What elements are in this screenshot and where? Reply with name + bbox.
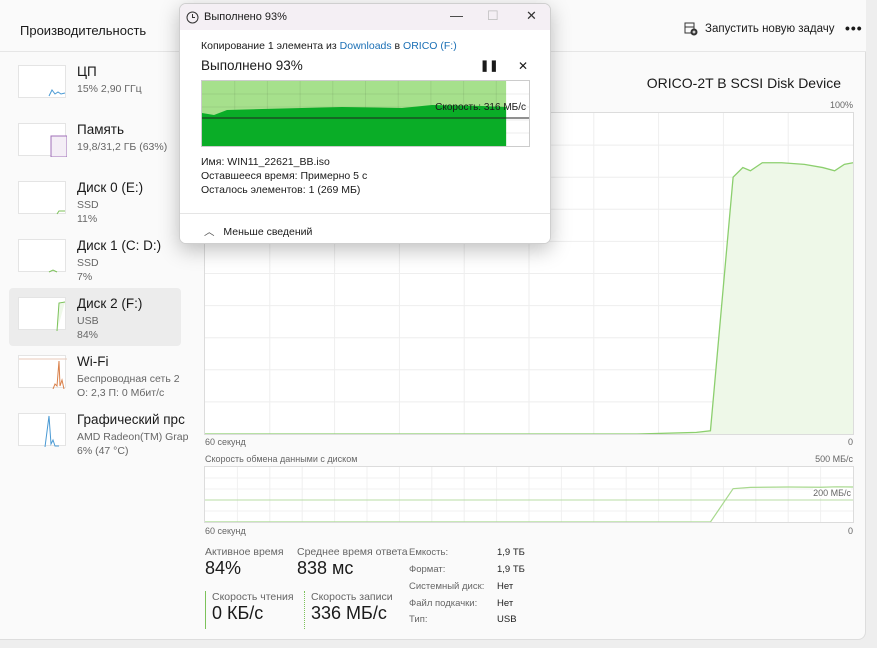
speed-label: Скорость: 316 МБ/с (435, 102, 526, 113)
item-name: Графический прс (77, 412, 185, 427)
sidebar-item-gpu[interactable]: Графический прс AMD Radeon(TM) Graphics … (9, 404, 189, 462)
file-name: Имя: WIN11_22621_BB.iso (201, 156, 330, 168)
cpu-thumbnail (18, 65, 66, 98)
items-left: Осталось элементов: 1 (269 МБ) (201, 184, 361, 196)
item-sub: О: 2,3 П: 0 Мбит/с (77, 387, 165, 399)
transfer-max-label: 500 МБ/с (815, 454, 853, 464)
maximize-button[interactable]: ☐ (487, 8, 499, 24)
item-name: Диск 0 (E:) (77, 180, 144, 195)
sidebar-item-wifi[interactable]: Wi-Fi Беспроводная сеть 2 О: 2,3 П: 0 Мб… (9, 346, 181, 404)
active-max-label: 100% (829, 100, 853, 110)
dialog-title: Выполнено 93% (204, 11, 287, 23)
read-speed-stat: Скорость чтения 0 КБ/с (205, 591, 294, 629)
disk1-thumbnail (18, 239, 66, 273)
item-sub: 84% (77, 329, 99, 341)
memory-thumbnail (18, 123, 67, 157)
transfer-min-label: 0 (847, 526, 853, 536)
sidebar-item-memory[interactable]: Память 19,8/31,2 ГБ (63%) (9, 114, 181, 172)
prop-value: 1,9 ТБ (497, 564, 525, 575)
cancel-copy-button[interactable]: ✕ (518, 59, 528, 73)
less-details-label: Меньше сведений (223, 226, 313, 238)
dialog-titlebar: Выполнено 93% — ☐ ✕ (180, 4, 550, 30)
stat-label: Активное время (205, 546, 284, 558)
transfer-ref-label: 200 МБ/с (813, 488, 851, 498)
prop-label: Тип: (409, 614, 428, 625)
item-name: Диск 2 (F:) (77, 296, 143, 311)
new-task-label: Запустить новую задачу (705, 23, 835, 35)
progress-heading: Выполнено 93% (201, 58, 303, 73)
destination-link[interactable]: ORICO (F:) (403, 40, 457, 52)
item-sub: AMD Radeon(TM) Graphics (77, 431, 189, 443)
prop-value: Нет (497, 598, 514, 609)
item-sub: Беспроводная сеть 2 (77, 373, 180, 385)
sidebar-item-cpu[interactable]: ЦП 15% 2,90 ГГц (9, 56, 181, 114)
prop-label: Системный диск: (409, 581, 485, 592)
chevron-up-icon: ︿ (204, 226, 215, 238)
active-min-label: 0 (847, 437, 853, 447)
stat-value: 838 мс (297, 558, 354, 578)
item-name: Wi-Fi (77, 354, 109, 369)
page-title: Производительность (20, 23, 147, 38)
disk0-thumbnail (18, 181, 66, 215)
source-link[interactable]: Downloads (340, 40, 392, 52)
copy-progress-dialog: Выполнено 93% — ☐ ✕ Копирование 1 элемен… (179, 3, 551, 244)
transfer-graph: 200 МБ/с (204, 466, 854, 523)
device-name: ORICO-2T B SCSI Disk Device (646, 75, 841, 91)
item-sub: 15% 2,90 ГГц (77, 83, 142, 95)
stat-label: Скорость записи (311, 591, 393, 603)
sidebar-item-disk1[interactable]: Диск 1 (C: D:) SSD 7% (9, 230, 181, 288)
pause-button[interactable]: ❚❚ (480, 59, 498, 72)
active-time-label: 60 секунд (205, 437, 246, 447)
disk2-thumbnail (18, 297, 66, 331)
item-name: ЦП (77, 64, 97, 79)
item-sub: SSD (77, 199, 99, 211)
minimize-button[interactable]: — (450, 8, 463, 23)
prop-label: Файл подкачки: (409, 598, 478, 609)
stat-label: Среднее время ответа (297, 546, 408, 558)
stat-value: 84% (205, 558, 242, 578)
prop-value: Нет (497, 581, 514, 592)
item-sub: 7% (77, 271, 93, 283)
time-left: Оставшееся время: Примерно 5 с (201, 170, 368, 182)
less-details-button[interactable]: ︿ Меньше сведений (180, 213, 550, 243)
sidebar-item-disk0[interactable]: Диск 0 (E:) SSD 11% (9, 172, 181, 230)
prop-label: Емкость: (409, 547, 449, 558)
copy-speed-graph: Скорость: 316 МБ/с (201, 80, 530, 147)
item-sub: USB (77, 315, 99, 327)
copy-description: Копирование 1 элемента из Downloads в OR… (201, 40, 457, 52)
response-time-stat: Среднее время ответа 838 мс (297, 546, 408, 579)
clock-icon (186, 11, 199, 23)
wifi-thumbnail (18, 355, 67, 389)
copy-prefix: Копирование 1 элемента из (201, 40, 337, 52)
sidebar: ЦП 15% 2,90 ГГц Память 19,8/31,2 ГБ (63%… (9, 56, 189, 462)
stat-value: 336 МБ/с (311, 603, 387, 623)
item-sub: 11% (77, 213, 98, 225)
prop-label: Формат: (409, 564, 446, 575)
copy-in: в (394, 40, 401, 52)
item-sub: 19,8/31,2 ГБ (63%) (77, 141, 168, 153)
item-name: Память (77, 122, 125, 137)
prop-value: 1,9 ТБ (497, 547, 525, 558)
new-task-icon (684, 22, 698, 36)
gpu-thumbnail (18, 413, 66, 447)
prop-value: USB (497, 614, 517, 625)
new-task-button[interactable]: Запустить новую задачу (684, 22, 835, 36)
write-speed-stat: Скорость записи 336 МБ/с (304, 591, 393, 629)
active-time-stat: Активное время 84% (205, 546, 284, 579)
more-options-button[interactable]: ••• (845, 20, 863, 36)
stat-value: 0 КБ/с (212, 603, 264, 623)
stat-label: Скорость чтения (212, 591, 294, 603)
item-name: Диск 1 (C: D:) (77, 238, 162, 253)
item-sub: SSD (77, 257, 99, 269)
item-sub: 6% (47 °C) (77, 445, 129, 457)
sidebar-item-disk2[interactable]: Диск 2 (F:) USB 84% (9, 288, 181, 346)
transfer-title: Скорость обмена данными с диском (205, 454, 358, 464)
close-window-button[interactable]: ✕ (526, 8, 537, 24)
transfer-time-label: 60 секунд (205, 526, 246, 536)
